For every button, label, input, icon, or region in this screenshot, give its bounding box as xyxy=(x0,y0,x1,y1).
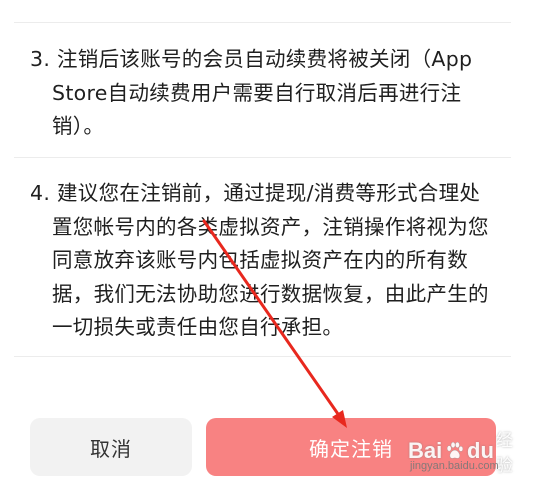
term-item-4-line-4: 据，我们无法协助您进行数据恢复，由此产生的 xyxy=(52,281,489,306)
term-item-3-line-1: 3. 注销后该账号的会员自动续费将被关闭（App xyxy=(30,43,492,77)
term-item-4-line-3: 同意放弃该账号内包括虚拟资产在内的所有数 xyxy=(52,248,468,272)
cancel-button[interactable]: 取消 xyxy=(30,418,192,476)
term-item-3-text-line-1: 注销后该账号的会员自动续费将被关闭（App xyxy=(57,47,473,71)
cancel-button-label: 取消 xyxy=(90,436,132,461)
top-divider xyxy=(14,22,511,23)
middle-divider xyxy=(14,157,511,158)
term-item-3-number: 3. xyxy=(30,47,51,71)
term-item-4: 4. 建议您在注销前，通过提现/消费等形式合理处 置您帐号内的各类虚拟资产，注销… xyxy=(30,177,492,345)
term-item-3: 3. 注销后该账号的会员自动续费将被关闭（App Store自动续费用户需要自行… xyxy=(30,43,492,144)
term-item-3-line-3: 销）。 xyxy=(52,114,105,138)
confirm-deregister-button[interactable]: 确定注销 xyxy=(206,418,496,476)
bottom-divider xyxy=(14,356,511,357)
term-item-4-text-line-1: 建议您在注销前，通过提现/消费等形式合理处 xyxy=(57,181,481,205)
term-item-4-line-5: 一切损失或责任由您自行承担。 xyxy=(52,315,344,339)
term-item-3-line-2: Store自动续费用户需要自行取消后再进行注 xyxy=(52,80,462,105)
term-item-4-line-2: 置您帐号内的各类虚拟资产，注销操作将视为您 xyxy=(52,214,489,239)
confirm-button-label: 确定注销 xyxy=(309,436,393,461)
watermark-experience: 经验 xyxy=(495,431,513,476)
term-item-4-number: 4. xyxy=(30,181,51,205)
term-item-4-line-1: 4. 建议您在注销前，通过提现/消费等形式合理处 xyxy=(30,177,492,211)
